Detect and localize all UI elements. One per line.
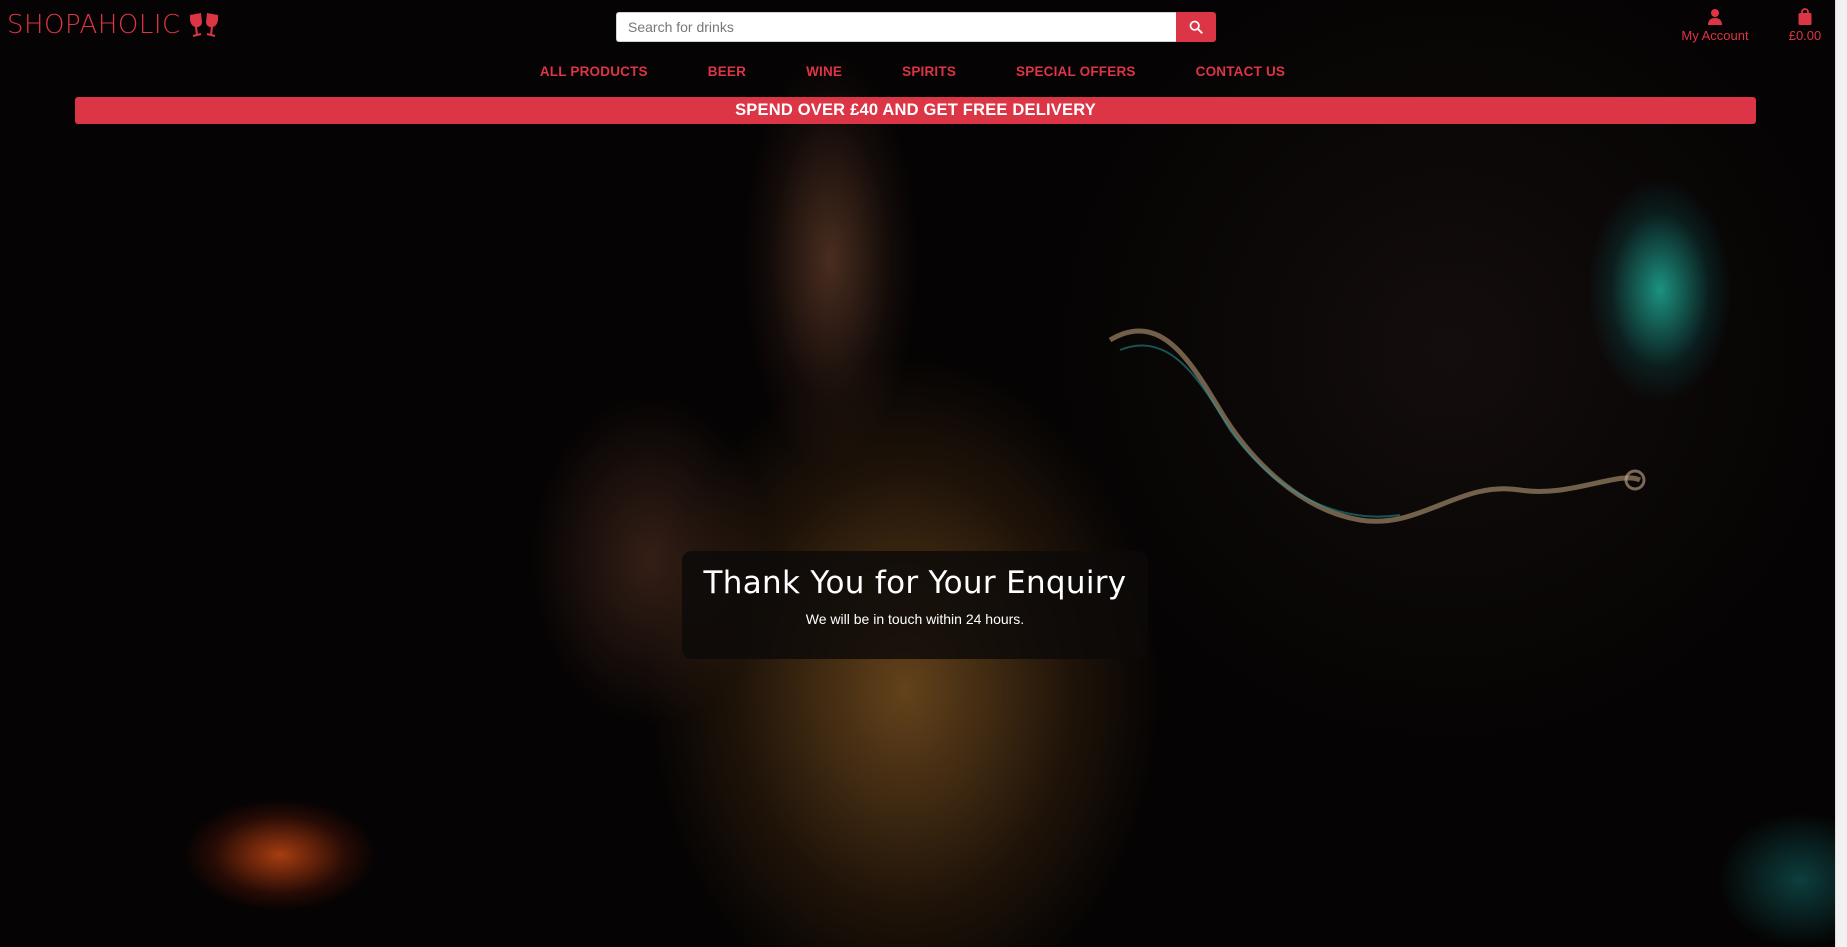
search-icon (1189, 20, 1203, 34)
liquid-splash-graphic (1108, 328, 1646, 524)
main-navigation: ALL PRODUCTS BEER WINE SPIRITS SPECIAL O… (0, 64, 1835, 79)
shopping-cart-link[interactable]: £0.00 (1780, 8, 1830, 43)
nav-item-special-offers[interactable]: SPECIAL OFFERS (986, 64, 1166, 79)
glasses-cheers-icon (189, 13, 218, 37)
brand-name: SHOPAHOLIC (7, 10, 181, 40)
shopping-bag-icon (1798, 8, 1812, 25)
nav-item-contact-us[interactable]: CONTACT US (1166, 64, 1316, 79)
cart-total: £0.00 (1788, 28, 1822, 43)
free-delivery-banner: SPEND OVER £40 AND GET FREE DELIVERY (75, 97, 1756, 124)
nav-item-wine[interactable]: WINE (776, 64, 872, 79)
search-bar (616, 12, 1216, 42)
user-icon (1708, 9, 1722, 25)
my-account-label: My Account (1681, 28, 1749, 43)
my-account-link[interactable]: My Account (1670, 8, 1760, 43)
enquiry-confirmation-card: Thank You for Your Enquiry We will be in… (682, 551, 1148, 659)
confirmation-text: We will be in touch within 24 hours. (805, 611, 1025, 627)
search-input[interactable] (616, 12, 1176, 42)
confirmation-title: Thank You for Your Enquiry (703, 565, 1127, 601)
search-button[interactable] (1176, 12, 1216, 42)
hero-background-image (0, 0, 1835, 947)
site-header: SHOPAHOLIC My Account £0.00 (0, 0, 1835, 130)
page-scrollbar[interactable] (1835, 0, 1847, 947)
nav-item-beer[interactable]: BEER (678, 64, 776, 79)
brand-logo[interactable]: SHOPAHOLIC (7, 10, 221, 40)
nav-item-all-products[interactable]: ALL PRODUCTS (510, 64, 678, 79)
nav-item-spirits[interactable]: SPIRITS (872, 64, 986, 79)
